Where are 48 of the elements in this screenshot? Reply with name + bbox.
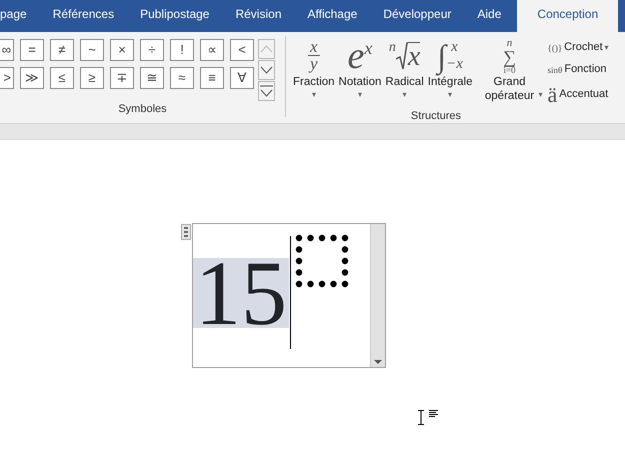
scroll-down-button[interactable] xyxy=(258,60,275,80)
symbol-button[interactable]: = xyxy=(20,39,44,61)
symbol-button[interactable]: ! xyxy=(170,39,194,61)
symbol-button[interactable]: ∝ xyxy=(200,39,224,61)
symbol-button[interactable]: ≥ xyxy=(80,67,104,89)
structure-icon: n ∑ i=0 xyxy=(503,36,516,76)
symbol-button[interactable]: × xyxy=(110,39,134,61)
symbol-button[interactable]: ∀ xyxy=(230,67,254,89)
handle-icon[interactable] xyxy=(181,224,191,240)
chevron-down-icon xyxy=(260,66,273,74)
structure-button[interactable]: n ∑ i=0 Grand opérateur ▾ xyxy=(476,36,544,108)
symbol-button[interactable]: ÷ xyxy=(140,39,164,61)
symbol-button[interactable]: ≠ xyxy=(50,39,74,61)
symbol-button[interactable]: ∓ xyxy=(110,67,134,89)
symbol-button[interactable]: ≅ xyxy=(140,67,164,89)
symbol-button[interactable]: ∞ xyxy=(0,39,14,61)
structure-button[interactable]: x y Fraction ▾ xyxy=(292,36,336,108)
chevron-up-icon xyxy=(260,45,273,53)
more-icon xyxy=(260,85,273,97)
structure-button[interactable]: n x Radical ▾ xyxy=(384,36,425,108)
ribbon-tab[interactable]: Références xyxy=(52,5,114,32)
structure-menu-button[interactable]: sinθ Fonction xyxy=(548,60,609,80)
symbol-button[interactable]: ≡ xyxy=(200,67,224,89)
symbol-button[interactable]: > xyxy=(0,67,14,89)
structure-icon: {()} xyxy=(548,42,562,54)
gallery-more-button[interactable] xyxy=(258,81,275,101)
ribbon-tab[interactable]: Révision xyxy=(235,5,282,32)
symbol-button[interactable]: ~ xyxy=(80,39,104,61)
symbol-button[interactable]: ≤ xyxy=(50,67,74,89)
scroll-down-icon[interactable] xyxy=(374,357,382,367)
structure-icon: ä xyxy=(548,82,558,108)
structure-icon: sinθ xyxy=(548,64,562,76)
symbol-button[interactable]: ≫ xyxy=(20,67,44,89)
align-left-icon xyxy=(429,410,438,417)
ribbon-tab[interactable]: page xyxy=(0,5,27,32)
text-cursor-icon xyxy=(417,410,425,425)
equation-number: 15 xyxy=(193,258,289,328)
ribbon-tab[interactable]: Aide xyxy=(477,5,502,32)
structure-menu-button[interactable]: {()} Crochet ▾ xyxy=(548,38,609,58)
ribbon-tab[interactable]: Affichage xyxy=(308,5,358,32)
symbol-button[interactable]: ≈ xyxy=(170,67,194,89)
group-label: Structures xyxy=(410,109,462,124)
group-label: Symboles xyxy=(117,102,168,117)
symbol-button[interactable]: < xyxy=(230,39,254,61)
ribbon-tab[interactable]: Conception xyxy=(517,0,618,32)
equation-box[interactable]: 15 xyxy=(192,223,386,368)
ribbon-tab[interactable]: Développeur xyxy=(383,5,452,32)
ribbon-tab[interactable]: Publipostage xyxy=(140,5,210,32)
